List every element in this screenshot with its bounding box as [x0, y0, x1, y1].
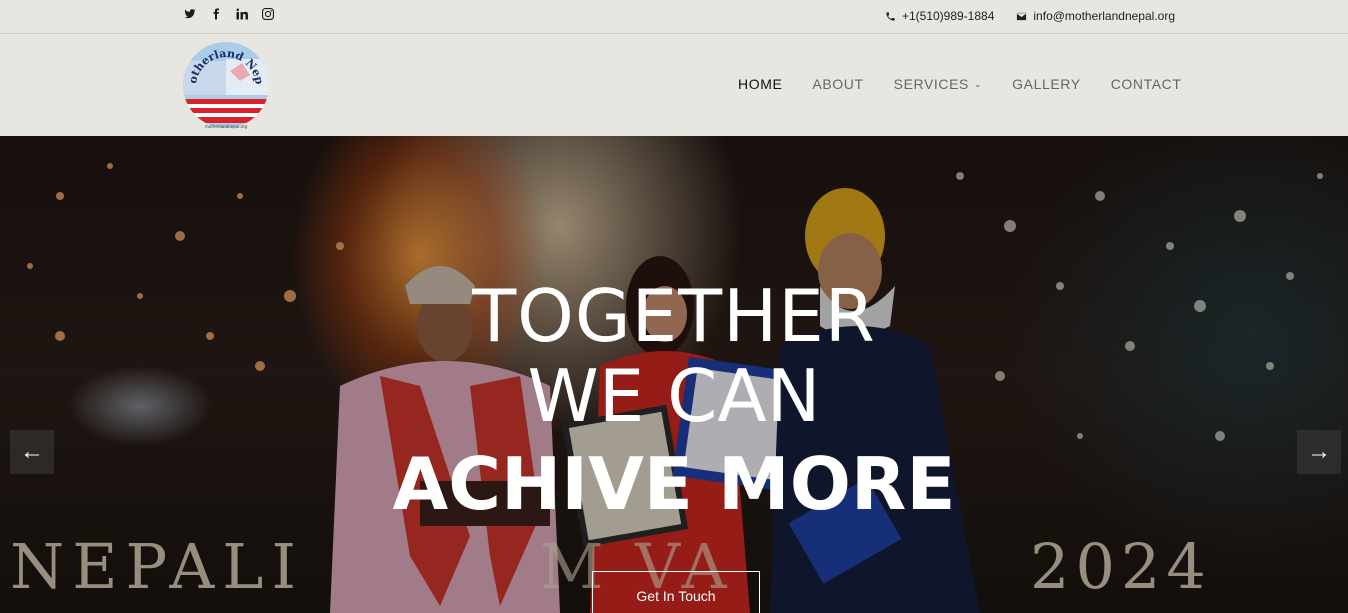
get-in-touch-button[interactable]: Get In Touch: [592, 571, 760, 613]
phone-icon: [886, 11, 895, 21]
facebook-icon[interactable]: [210, 8, 236, 22]
instagram-icon[interactable]: [262, 8, 288, 22]
site-logo[interactable]: Motherland Nepal motherlandnepal.org: [176, 31, 270, 129]
email-address: info@motherlandnepal.org: [1033, 9, 1175, 23]
arrow-right-icon[interactable]: →: [1297, 430, 1341, 474]
social-links: [184, 8, 288, 22]
hero-line-2: WE CAN: [527, 354, 821, 438]
nav-about[interactable]: ABOUT: [812, 76, 863, 92]
top-bar: +1(510)989-1884 info@motherlandnepal.org: [0, 0, 1348, 34]
email-contact[interactable]: info@motherlandnepal.org: [1016, 9, 1175, 23]
hero-line-3: ACHIVE MORE: [392, 442, 956, 526]
arrow-left-icon[interactable]: ←: [10, 430, 54, 474]
twitter-icon[interactable]: [184, 8, 210, 22]
chevron-down-icon: ⌄: [974, 78, 983, 89]
hero-heading: TOGETHER WE CAN ACHIVE MORE: [0, 276, 1348, 532]
phone-number: +1(510)989-1884: [901, 9, 995, 23]
svg-text:motherlandnepal.org: motherlandnepal.org: [205, 124, 248, 129]
nav-gallery[interactable]: GALLERY: [1012, 76, 1081, 92]
nav-home[interactable]: HOME: [738, 76, 782, 92]
nav-services-label: SERVICES: [893, 76, 969, 92]
envelope-icon: [1017, 12, 1027, 20]
linkedin-icon[interactable]: [236, 8, 262, 22]
nav-services[interactable]: SERVICES ⌄: [894, 76, 983, 92]
phone-contact[interactable]: +1(510)989-1884: [885, 9, 994, 23]
nav-contact[interactable]: CONTACT: [1111, 76, 1182, 92]
hero-line-1: TOGETHER: [472, 274, 876, 358]
contact-info: +1(510)989-1884 info@motherlandnepal.org: [863, 9, 1175, 23]
hero-slider: NEPALI 2024 M VA TOGETHER WE CAN ACHIVE …: [0, 136, 1348, 613]
main-nav: HOME ABOUT SERVICES ⌄ GALLERY CONTACT: [738, 76, 1212, 92]
site-header: Motherland Nepal motherlandnepal.org HOM…: [0, 31, 1348, 136]
